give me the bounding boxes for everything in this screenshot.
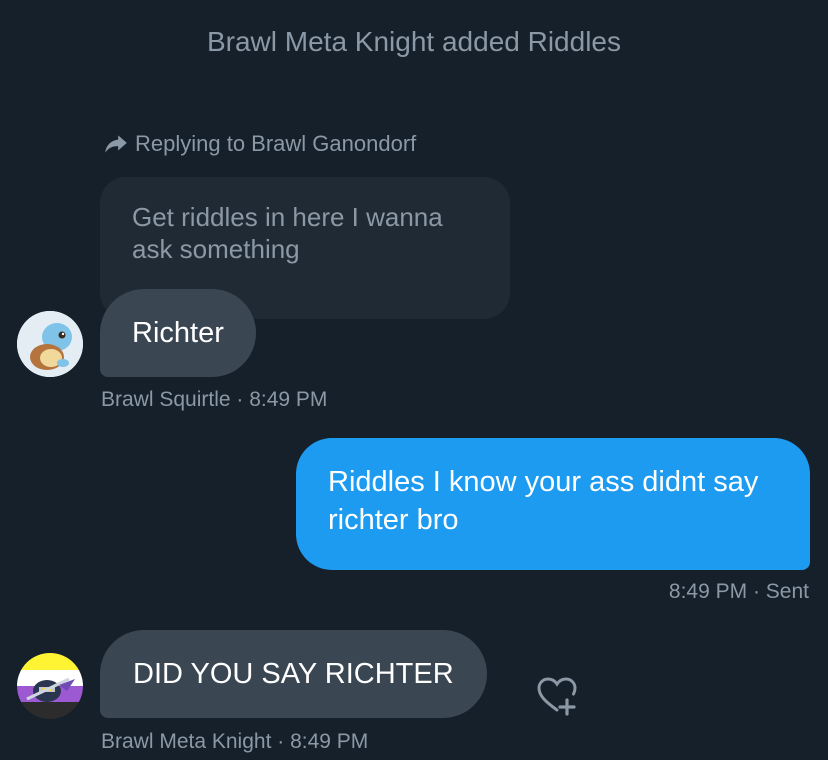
system-message: Brawl Meta Knight added Riddles [206,26,621,57]
message-meta-meta-knight: Brawl Meta Knight · 8:49 PM [101,730,369,753]
avatar-brawl-meta-knight[interactable] [17,653,83,719]
reply-arrow-icon [105,135,127,153]
message-bubble-richter[interactable]: Richter [100,289,256,377]
replying-to-label[interactable]: Replying to Brawl Ganondorf [103,131,416,157]
meta-knight-avatar-image [17,653,83,719]
replying-to-text: Replying to Brawl Ganondorf [135,131,417,156]
squirtle-avatar-image [17,311,83,377]
message-bubble-did-you-say[interactable]: DID YOU SAY RICHTER [100,630,487,718]
avatar-brawl-squirtle[interactable] [17,311,83,377]
message-meta-squirtle: Brawl Squirtle · 8:49 PM [101,388,328,411]
message-meta-sent: 8:49 PM · Sent [668,580,809,603]
message-bubble-outgoing[interactable]: Riddles I know your ass didnt say richte… [296,438,810,570]
heart-plus-icon[interactable] [536,676,578,716]
